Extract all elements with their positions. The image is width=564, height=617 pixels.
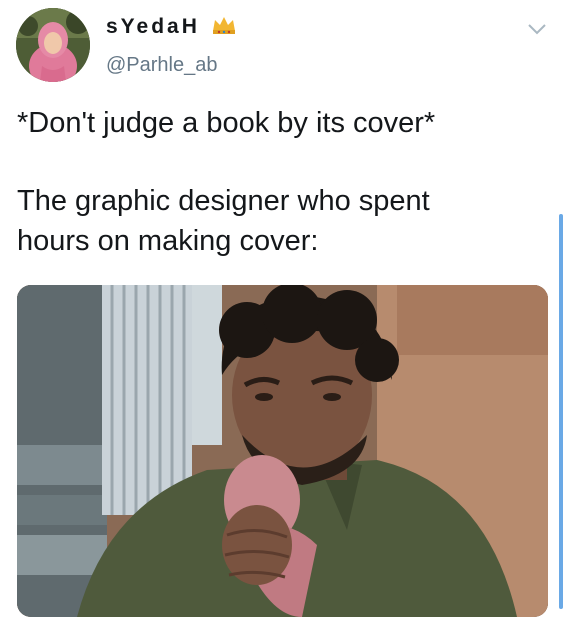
scrollbar[interactable]	[559, 214, 563, 609]
user-handle[interactable]: @Parhle_ab	[106, 54, 217, 77]
meme-photo	[17, 285, 548, 617]
display-name[interactable]: sYedaH	[106, 15, 237, 39]
crown-icon	[212, 17, 235, 34]
tweet-media-image[interactable]	[17, 285, 548, 617]
avatar[interactable]	[16, 8, 90, 82]
tweet-text-line-1: *Don't judge a book by its cover*	[17, 107, 436, 139]
display-name-text: sYedaH	[106, 15, 200, 38]
chevron-down-icon[interactable]	[526, 22, 548, 36]
tweet-text-line-3: hours on making cover:	[17, 225, 319, 257]
tweet-card: sYedaH @Parhle_ab *Don't judge a book by…	[0, 0, 564, 617]
tweet-text-line-2: The graphic designer who spent	[17, 185, 430, 217]
avatar-image	[16, 8, 90, 82]
